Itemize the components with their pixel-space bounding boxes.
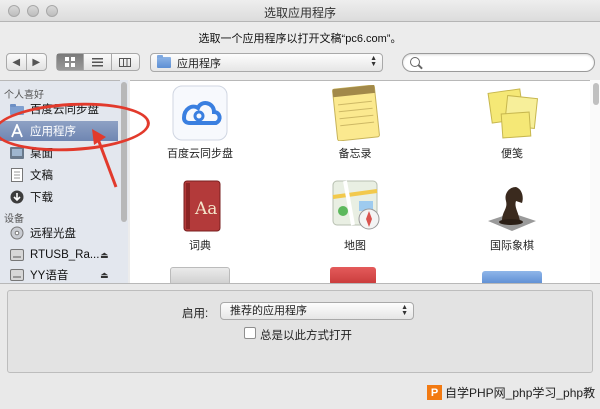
app-label: 便笺 [501, 148, 523, 160]
calendar-icon [330, 267, 376, 283]
back-arrow-icon: ◀ [12, 56, 21, 68]
popup-arrows-icon: ▲ ▼ [401, 304, 408, 317]
sidebar-item-yy-drive[interactable]: YY语音 ⏏ [0, 265, 118, 283]
app-label: 百度云同步盘 [167, 148, 233, 160]
maps-icon [325, 177, 385, 233]
applications-folder-icon [157, 55, 171, 68]
app-item-baidu-cloud[interactable]: 百度云同步盘 [140, 83, 260, 178]
app-label: 备忘录 [338, 148, 372, 160]
disc-icon [10, 226, 24, 240]
view-mode-control [56, 53, 140, 71]
title-bar: 选取应用程序 [0, 0, 600, 22]
history-nav: ◀ ▶ [6, 53, 47, 71]
dialog-prompt: 选取一个应用程序以打开文稿“pc6.com”。 [198, 33, 402, 45]
window-title: 选取应用程序 [263, 6, 336, 20]
popup-arrows-icon: ▲ ▼ [370, 55, 377, 68]
list-view-button[interactable] [84, 54, 112, 70]
annotation-arrow-icon [92, 129, 118, 188]
downloads-icon [10, 190, 24, 204]
column-view-button[interactable] [112, 54, 139, 70]
chess-icon [482, 177, 542, 233]
watermark: P 自学PHP网_php学习_php教 [427, 384, 595, 401]
stickies-icon [482, 85, 542, 141]
sidebar-item-label: 远程光盘 [30, 228, 76, 240]
sidebar-item-remote-disc[interactable]: 远程光盘 [0, 223, 118, 243]
enable-value: 推荐的应用程序 [230, 305, 307, 317]
list-icon [92, 57, 104, 66]
app-item-notes[interactable]: 备忘录 [295, 83, 415, 178]
content-scroll-thumb[interactable] [593, 83, 599, 105]
location-label: 应用程序 [177, 57, 221, 70]
always-open-label: 总是以此方式打开 [260, 330, 352, 342]
search-field[interactable] [402, 53, 595, 72]
forward-button[interactable]: ▶ [27, 54, 46, 70]
icon-view-button[interactable] [57, 54, 85, 70]
eject-icon[interactable]: ⏏ [100, 250, 109, 261]
notes-icon [325, 84, 385, 142]
sidebar-item-rtusb-drive[interactable]: RTUSB_Ra... ⏏ [0, 245, 118, 265]
app-item-stickies[interactable]: 便笺 [452, 83, 572, 178]
app-label: 国际象棋 [490, 240, 534, 252]
content-scrollbar[interactable] [590, 80, 600, 283]
sidebar-item-label: 文稿 [30, 170, 53, 182]
desktop-icon [10, 147, 24, 160]
open-with-dialog: 选取应用程序 选取一个应用程序以打开文稿“pc6.com”。 ◀ ▶ 应用程序 … [0, 0, 600, 409]
documents-icon [10, 168, 24, 182]
app-label: 词典 [189, 240, 211, 252]
calculator-icon [170, 267, 230, 283]
drive-icon [10, 269, 24, 282]
app-item-dictionary[interactable]: Aa 词典 [140, 175, 260, 270]
dictionary-icon: Aa [170, 177, 230, 233]
sidebar-item-label: RTUSB_Ra... [30, 249, 100, 261]
baidu-cloud-icon [170, 85, 230, 141]
watermark-text: 自学PHP网_php学习_php教 [445, 386, 596, 400]
svg-text:Aa: Aa [194, 199, 217, 219]
folder-icon [482, 271, 542, 283]
app-browser: 百度云同步盘 备忘录 便笺 Aa 词典 地图 国际象棋 [130, 80, 600, 283]
eject-icon[interactable]: ⏏ [100, 270, 109, 281]
icon-grid-icon [65, 57, 76, 67]
location-popup[interactable]: 应用程序 ▲ ▼ [150, 53, 383, 72]
app-label: 地图 [344, 240, 366, 252]
enable-label: 启用: [182, 308, 209, 320]
sidebar-item-label: YY语音 [30, 270, 69, 282]
app-item-maps[interactable]: 地图 [295, 175, 415, 270]
forward-arrow-icon: ▶ [32, 56, 41, 68]
search-icon [410, 57, 420, 67]
enable-popup[interactable]: 推荐的应用程序 ▲ ▼ [220, 302, 414, 320]
drive-icon [10, 249, 24, 262]
always-open-checkbox[interactable] [244, 327, 256, 339]
sidebar-item-label: 下载 [30, 192, 53, 204]
app-item-chess[interactable]: 国际象棋 [452, 175, 572, 270]
watermark-logo: P [427, 385, 442, 400]
back-button[interactable]: ◀ [7, 54, 27, 70]
columns-icon [119, 57, 132, 67]
